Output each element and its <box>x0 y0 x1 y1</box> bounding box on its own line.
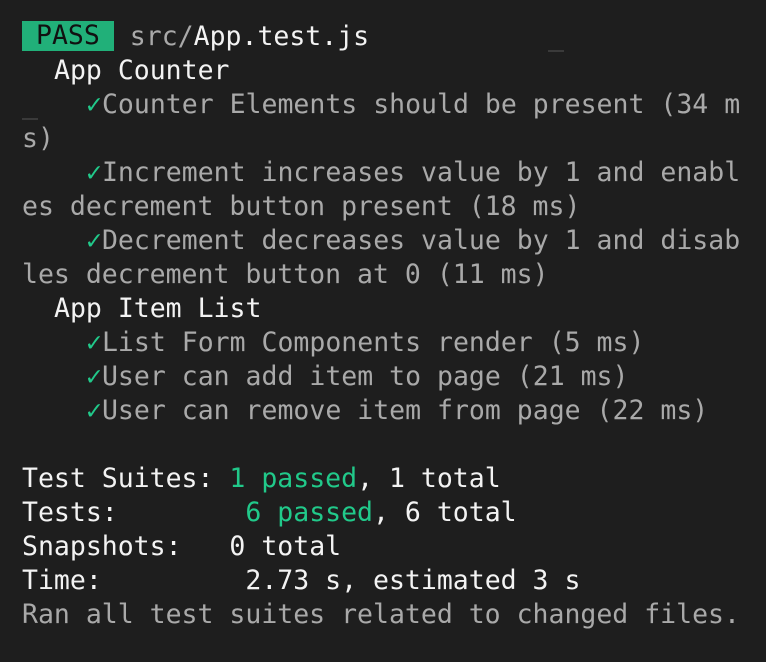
check-icon: ✓ <box>86 395 102 426</box>
total-count: , 1 total <box>357 463 501 494</box>
run-footer: Ran all test suites related to changed f… <box>22 599 740 630</box>
summary-label: Snapshots: <box>22 531 182 562</box>
total-count: , 6 total <box>373 497 517 528</box>
suite-title: App Item List <box>54 293 262 324</box>
passed-count: 6 passed <box>245 497 374 528</box>
test-result-row: ✓List Form Components render (5 ms) <box>22 326 762 360</box>
snapshots-value: 0 total <box>229 531 342 562</box>
cursor-artifact <box>548 50 564 52</box>
test-result-row: ✓Increment increases value by 1 and enab… <box>22 156 762 190</box>
summary-label: Tests: <box>22 497 118 528</box>
test-result-row: ✓User can add item to page (21 ms) <box>22 360 762 394</box>
test-name: List Form Components render (5 ms) <box>101 327 645 358</box>
check-icon: ✓ <box>86 225 102 256</box>
check-icon: ✓ <box>86 157 102 188</box>
summary-time: Time: 2.73 s, estimated 3 s <box>22 564 762 598</box>
test-name: Counter Elements should be present (34 m <box>101 89 741 120</box>
pass-badge: PASS <box>22 21 114 51</box>
test-name-wrap: s) <box>22 123 54 154</box>
summary-tests: Tests: 6 passed, 6 total <box>22 496 762 530</box>
passed-count: 1 passed <box>229 463 358 494</box>
summary-label: Time: <box>22 565 102 596</box>
test-file-name: App.test.js <box>193 21 370 52</box>
terminal-output: PASS src/App.test.js App Counter ✓Counte… <box>22 20 762 632</box>
test-name-wrap: les decrement button at 0 (11 ms) <box>22 259 549 290</box>
test-result-row: ✓Decrement decreases value by 1 and disa… <box>22 224 762 258</box>
test-name: User can remove item from page (22 ms) <box>101 395 709 426</box>
summary-label: Test Suites: <box>22 463 214 494</box>
test-result-row: ✓User can remove item from page (22 ms) <box>22 394 762 428</box>
summary-suites: Test Suites: 1 passed, 1 total <box>22 462 762 496</box>
test-name-wrap: es decrement button present (18 ms) <box>22 191 581 222</box>
test-file-dir: src/ <box>129 21 194 52</box>
test-name: Decrement decreases value by 1 and disab <box>101 225 741 256</box>
summary-snapshots: Snapshots: 0 total <box>22 530 762 564</box>
test-name: Increment increases value by 1 and enabl <box>101 157 741 188</box>
time-value: 2.73 s, estimated 3 s <box>245 565 581 596</box>
test-name: User can add item to page (21 ms) <box>101 361 629 392</box>
check-icon: ✓ <box>86 89 102 120</box>
check-icon: ✓ <box>86 327 102 358</box>
suite-title: App Counter <box>54 55 230 86</box>
check-icon: ✓ <box>86 361 102 392</box>
cursor-artifact <box>22 118 38 120</box>
test-file-header: PASS src/App.test.js <box>22 20 762 54</box>
test-result-row: ✓Counter Elements should be present (34 … <box>22 88 762 122</box>
